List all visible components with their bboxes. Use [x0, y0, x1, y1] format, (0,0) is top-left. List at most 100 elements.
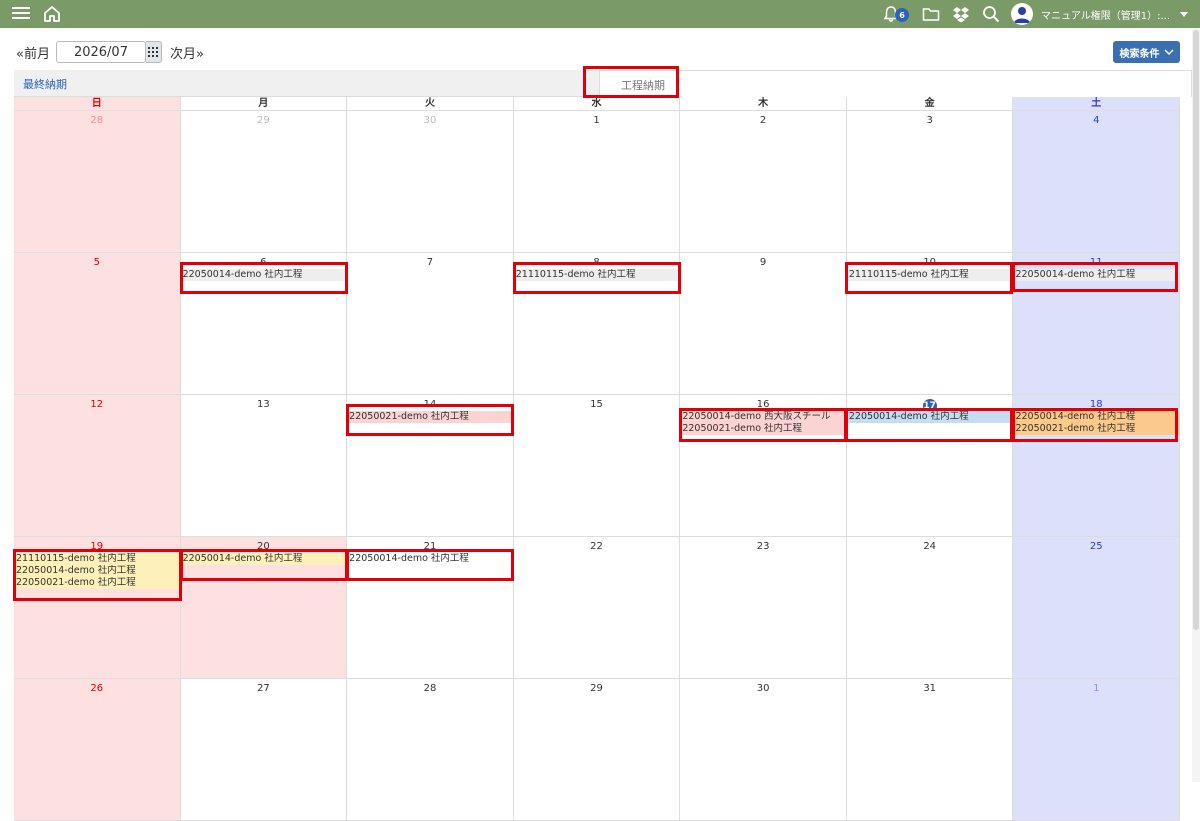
dropbox-icon[interactable] — [951, 4, 971, 24]
day-number: 15 — [590, 399, 603, 410]
calendar-day[interactable]: 23 — [680, 537, 847, 679]
calendar-day[interactable]: 8 21110115-demo 社内工程 — [513, 253, 681, 395]
day-number: 30 — [423, 115, 437, 126]
day-number: 1 — [1093, 683, 1100, 694]
calendar-day[interactable]: 19 21110115-demo 社内工程 22050014-demo 社内工程 22… — [14, 537, 181, 679]
event-list: 21110115-demo 社内工程 — [846, 269, 1013, 281]
calendar-day[interactable]: 18 22050014-demo 社内工程 22050021-demo 社内工程 — [1013, 395, 1181, 537]
day-number: 11 — [1089, 257, 1103, 268]
day-number: 2 — [759, 115, 767, 126]
calendar-event[interactable]: 22050014-demo 社内工程 — [846, 411, 1013, 423]
calendar-day[interactable]: 4 — [1013, 111, 1181, 253]
calendar-event[interactable]: 22050014-demo 西大阪スチール — [680, 411, 846, 423]
calendar-day[interactable]: 28 — [14, 111, 181, 253]
calendar-day[interactable]: 14 22050021-demo 社内工程 — [347, 395, 514, 537]
calendar-picker-button[interactable] — [145, 41, 162, 63]
calendar-day[interactable]: 9 — [680, 253, 847, 395]
next-month-link[interactable]: 次月» — [170, 43, 204, 62]
calendar-day[interactable]: 31 — [846, 679, 1014, 821]
event-list: 21110115-demo 社内工程 22050014-demo 社内工程 2205… — [14, 553, 180, 589]
calendar-event[interactable]: 22050021-demo 社内工程 — [1013, 423, 1180, 435]
calendar-day[interactable]: 28 — [347, 679, 514, 821]
search-icon[interactable] — [981, 4, 1001, 24]
event-list: 22050014-demo 西大阪スチール 22050021-demo 社内工程 — [680, 411, 846, 435]
avatar[interactable] — [1011, 3, 1034, 25]
menu-icon[interactable] — [12, 4, 30, 22]
day-number: 31 — [923, 683, 937, 694]
day-number: 5 — [93, 257, 100, 268]
folder-icon[interactable] — [921, 4, 941, 24]
calendar-day[interactable]: 27 — [180, 679, 348, 821]
event-list: 22050014-demo 社内工程 — [180, 269, 347, 281]
event-list: 22050014-demo 社内工程 22050021-demo 社内工程 — [1013, 411, 1180, 435]
calendar-day[interactable]: 5 — [14, 253, 181, 395]
calendar-event[interactable]: 22050014-demo 社内工程 — [1013, 269, 1180, 281]
calendar-day[interactable]: 15 — [513, 395, 681, 537]
calendar-day[interactable]: 3 — [846, 111, 1014, 253]
calendar-week: 28 29 30 1 2 3 4 — [14, 111, 1181, 253]
calendar-day[interactable]: 22 — [513, 537, 681, 679]
page-scrollbar[interactable] — [1192, 28, 1200, 782]
weekday-label: 日 — [14, 97, 181, 111]
month-input[interactable]: 2026/07 — [55, 41, 146, 63]
day-number: 14 — [423, 399, 437, 410]
calendar-day[interactable]: 20 22050014-demo 社内工程 — [180, 537, 348, 679]
calendar-day[interactable]: 10 21110115-demo 社内工程 — [846, 253, 1014, 395]
calendar-day[interactable]: 29 — [180, 111, 348, 253]
event-list: 22050014-demo 社内工程 — [180, 553, 347, 565]
weekday-label: 月 — [180, 97, 348, 111]
calendar-event[interactable]: 22050021-demo 社内工程 — [347, 411, 513, 423]
day-number: 25 — [1089, 541, 1103, 552]
calendar-day[interactable]: 7 — [347, 253, 514, 395]
event-list: 22050014-demo 社内工程 — [1013, 269, 1180, 281]
calendar-day[interactable]: 12 — [14, 395, 181, 537]
calendar-week: 26 27 28 29 30 31 1 — [14, 679, 1181, 821]
calendar-day[interactable]: 1 — [513, 111, 681, 253]
weekday-label: 火 — [347, 97, 514, 111]
calendar-day[interactable]: 30 — [680, 679, 847, 821]
calendar-event[interactable]: 22050014-demo 社内工程 — [180, 269, 347, 281]
calendar-event[interactable]: 21110115-demo 社内工程 — [846, 269, 1013, 281]
calendar-event[interactable]: 22050014-demo 社内工程 — [347, 553, 513, 565]
day-number: 13 — [257, 399, 270, 410]
weekday-label: 土 — [1013, 97, 1181, 111]
day-number: 27 — [257, 683, 270, 694]
bell-icon[interactable]: 6 — [881, 4, 910, 24]
calendar-day[interactable]: 2 — [680, 111, 847, 253]
calendar-event[interactable]: 22050021-demo 社内工程 — [680, 423, 846, 435]
calendar-day[interactable]: 13 — [180, 395, 348, 537]
calendar-event[interactable]: 22050014-demo 社内工程 — [1013, 411, 1180, 423]
home-icon[interactable] — [42, 4, 62, 24]
day-number: 6 — [260, 257, 267, 268]
day-number: 10 — [923, 257, 937, 268]
calendar-event[interactable]: 22050014-demo 社内工程 — [180, 553, 347, 565]
calendar-event[interactable]: 21110115-demo 社内工程 — [513, 269, 680, 281]
calendar-day[interactable]: 17 22050014-demo 社内工程 — [846, 395, 1014, 537]
search-conditions-button[interactable]: 検索条件 — [1113, 41, 1180, 63]
day-number: 16 — [756, 399, 770, 410]
calendar-event[interactable]: 22050021-demo 社内工程 — [14, 577, 180, 589]
calendar-day[interactable]: 6 22050014-demo 社内工程 — [180, 253, 348, 395]
calendar-day[interactable]: 24 — [846, 537, 1014, 679]
calendar-day[interactable]: 21 22050014-demo 社内工程 — [347, 537, 514, 679]
day-number: 29 — [257, 115, 270, 126]
calendar-day[interactable]: 1 — [1013, 679, 1181, 821]
day-number: 4 — [1093, 115, 1100, 126]
calendar-day[interactable]: 25 — [1013, 537, 1181, 679]
calendar-day[interactable]: 11 22050014-demo 社内工程 — [1013, 253, 1181, 395]
user-name[interactable]: マニュアル権限（管理1）:... — [1041, 7, 1170, 22]
weekday-header: 日月火水木金土 — [14, 97, 1181, 111]
calendar-day[interactable]: 29 — [513, 679, 681, 821]
calendar-day[interactable]: 30 — [347, 111, 514, 253]
calendar-day[interactable]: 26 — [14, 679, 181, 821]
calendar-week: 19 21110115-demo 社内工程 22050014-demo 社内工程 22… — [14, 537, 1181, 679]
calendar-event[interactable]: 22050014-demo 社内工程 — [14, 565, 180, 577]
month-navigation: «前月 2026/07 次月» — [16, 41, 204, 63]
scrollbar-thumb[interactable] — [1193, 30, 1199, 630]
prev-month-link[interactable]: «前月 — [16, 43, 50, 62]
tab-process-due[interactable]: 工程納期 — [599, 70, 1192, 97]
calendar-day[interactable]: 16 22050014-demo 西大阪スチール 22050021-demo 社内工… — [680, 395, 847, 537]
tab-final-due[interactable]: 最終納期 — [23, 76, 67, 92]
chevron-down-icon[interactable] — [1180, 11, 1188, 17]
calendar-event[interactable]: 21110115-demo 社内工程 — [14, 553, 180, 565]
